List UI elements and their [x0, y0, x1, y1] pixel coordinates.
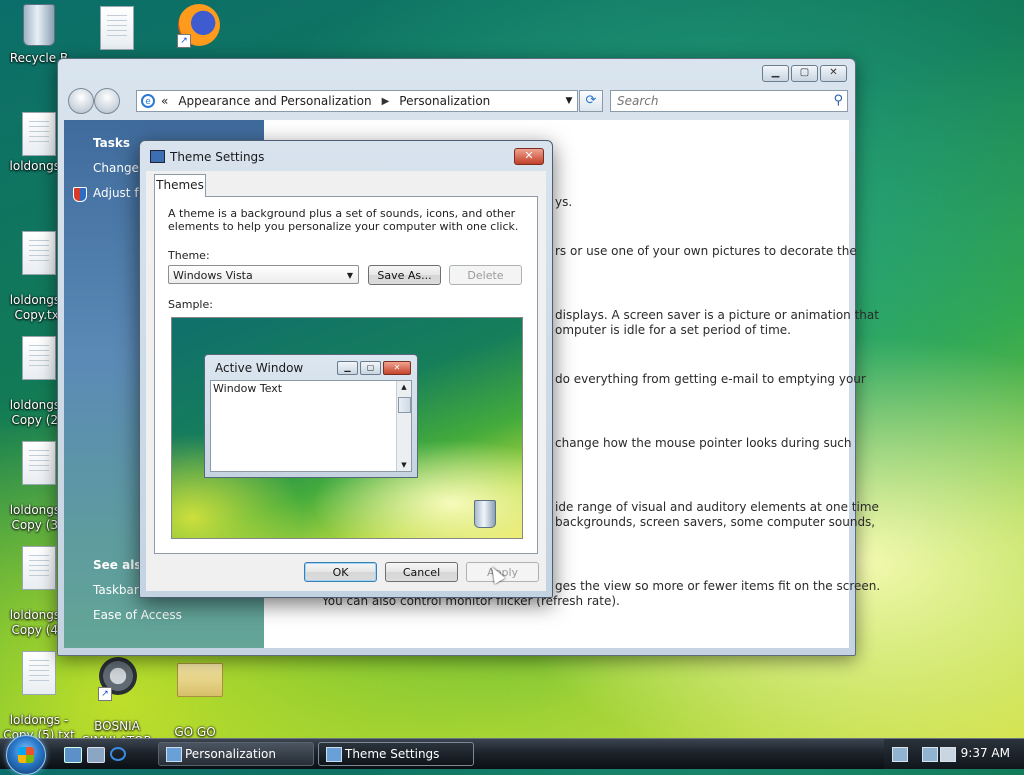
folder-icon	[177, 663, 223, 697]
window-caption-buttons: ▁ ▢ ✕	[762, 65, 847, 82]
text-file-icon	[22, 336, 56, 380]
back-button[interactable]	[68, 88, 94, 114]
search-box[interactable]: ⚲	[610, 90, 848, 112]
text-file-icon	[22, 651, 56, 695]
ok-button[interactable]: OK	[304, 562, 377, 582]
switch-windows-icon[interactable]	[87, 747, 105, 763]
content-text: omputer is idle for a set period of time…	[555, 323, 791, 337]
chevron-down-icon[interactable]: ▼	[561, 96, 577, 106]
dialog-body: Themes A theme is a background plus a se…	[146, 171, 546, 591]
themes-panel: A theme is a background plus a set of so…	[154, 196, 538, 554]
scroll-up-icon: ▲	[401, 383, 407, 391]
text-file-icon	[22, 546, 56, 590]
control-panel-icon	[166, 747, 182, 762]
minimize-icon: ▁	[337, 361, 358, 375]
taskbar-button-theme-settings[interactable]: Theme Settings	[318, 742, 474, 766]
cancel-button[interactable]: Cancel	[385, 562, 458, 582]
sidebar-link-ease-of-access[interactable]: Ease of Access	[93, 608, 182, 622]
sample-scrollbar: ▲ ▼	[396, 381, 411, 471]
delete-button[interactable]: Delete	[449, 265, 522, 285]
breadcrumb-item-personalization[interactable]: Personalization	[399, 94, 490, 108]
windows-logo-icon	[18, 747, 34, 763]
theme-sample-preview: Active Window ▁ ▢ ✕ Window Text ▲ ▼	[171, 317, 523, 539]
sample-window-title: Active Window	[215, 361, 304, 375]
sample-window-client: Window Text ▲ ▼	[210, 380, 412, 472]
save-as-button[interactable]: Save As...	[368, 265, 441, 285]
theme-description: A theme is a background plus a set of so…	[168, 207, 519, 233]
forward-button[interactable]	[94, 88, 120, 114]
network-status-icon[interactable]	[922, 747, 938, 762]
text-file-icon	[22, 441, 56, 485]
volume-icon[interactable]	[940, 747, 956, 762]
show-desktop-icon[interactable]	[64, 747, 82, 763]
theme-dropdown[interactable]: Windows Vista ▼	[168, 265, 359, 284]
breadcrumb-separator-icon[interactable]: ▶	[382, 96, 390, 107]
tab-themes[interactable]: Themes	[154, 174, 206, 197]
content-text: rs or use one of your own pictures to de…	[555, 244, 857, 258]
taskbar-button-label: Theme Settings	[345, 747, 440, 761]
text-file-icon	[22, 231, 56, 275]
sample-window-text: Window Text	[213, 382, 283, 395]
breadcrumb-prefix[interactable]: «	[161, 94, 168, 108]
content-text: change how the mouse pointer looks durin…	[555, 436, 852, 450]
sample-label: Sample:	[168, 298, 213, 311]
sidebar-link-adjust[interactable]: Adjust fo	[93, 186, 146, 200]
shortcut-arrow-icon: ↗	[98, 687, 112, 701]
clock[interactable]: 9:37 AM	[961, 746, 1010, 760]
maximize-button[interactable]: ▢	[791, 65, 818, 82]
desktop-icon-text-file[interactable]	[78, 6, 156, 53]
desktop-icon-recycle-bin[interactable]: Recycle B	[0, 4, 78, 66]
content-text: ges the view so more or fewer items fit …	[555, 579, 881, 593]
sample-active-window: Active Window ▁ ▢ ✕ Window Text ▲ ▼	[204, 354, 418, 478]
chevron-down-icon: ▼	[346, 271, 353, 280]
content-text: backgrounds, screen savers, some compute…	[555, 515, 876, 529]
refresh-button[interactable]: ⟳	[579, 90, 603, 112]
tasks-heading: Tasks	[93, 136, 131, 150]
notification-area: 9:37 AM	[884, 739, 1024, 769]
text-file-icon	[100, 6, 134, 50]
dialog-close-button[interactable]: ✕	[514, 148, 544, 165]
taskbar-button-personalization[interactable]: Personalization	[158, 742, 314, 766]
theme-label: Theme:	[168, 249, 210, 262]
search-icon[interactable]: ⚲	[833, 93, 843, 108]
search-input[interactable]	[615, 91, 819, 111]
start-button[interactable]	[6, 735, 46, 775]
sample-caption-buttons: ▁ ▢ ✕	[337, 361, 411, 375]
dialog-title: Theme Settings	[170, 150, 265, 164]
content-text: ide range of visual and auditory element…	[555, 500, 879, 514]
content-text: do everything from getting e-mail to emp…	[555, 372, 866, 386]
theme-dropdown-value: Windows Vista	[173, 269, 253, 282]
text-file-icon	[22, 112, 56, 156]
minimize-button[interactable]: ▁	[762, 65, 789, 82]
recycle-bin-icon	[23, 4, 55, 46]
recycle-bin-icon	[474, 500, 496, 528]
scroll-thumb	[398, 397, 411, 413]
shield-icon	[73, 187, 87, 202]
content-text: ys.	[555, 195, 573, 209]
address-bar[interactable]: e « Appearance and Personalization ▶ Per…	[136, 90, 578, 112]
shortcut-arrow-icon: ↗	[177, 34, 191, 48]
network-icon[interactable]	[892, 747, 908, 762]
display-settings-icon	[326, 747, 342, 762]
navigation-bar: e « Appearance and Personalization ▶ Per…	[66, 86, 848, 114]
theme-settings-dialog: Theme Settings ✕ Themes A theme is a bac…	[139, 140, 553, 598]
close-button[interactable]: ✕	[820, 65, 847, 82]
breadcrumb-item-appearance[interactable]: Appearance and Personalization	[178, 94, 371, 108]
display-settings-icon	[150, 150, 165, 163]
taskbar: Personalization Theme Settings 9:37 AM	[0, 735, 1024, 775]
scroll-down-icon: ▼	[401, 461, 407, 469]
internet-explorer-icon[interactable]	[110, 747, 126, 761]
close-icon: ✕	[383, 361, 411, 375]
control-panel-icon: e	[141, 94, 155, 108]
desktop-icon-firefox[interactable]: ↗	[157, 4, 235, 51]
taskbar-button-label: Personalization	[185, 747, 276, 761]
content-text: displays. A screen saver is a picture or…	[555, 308, 879, 322]
maximize-icon: ▢	[360, 361, 381, 375]
